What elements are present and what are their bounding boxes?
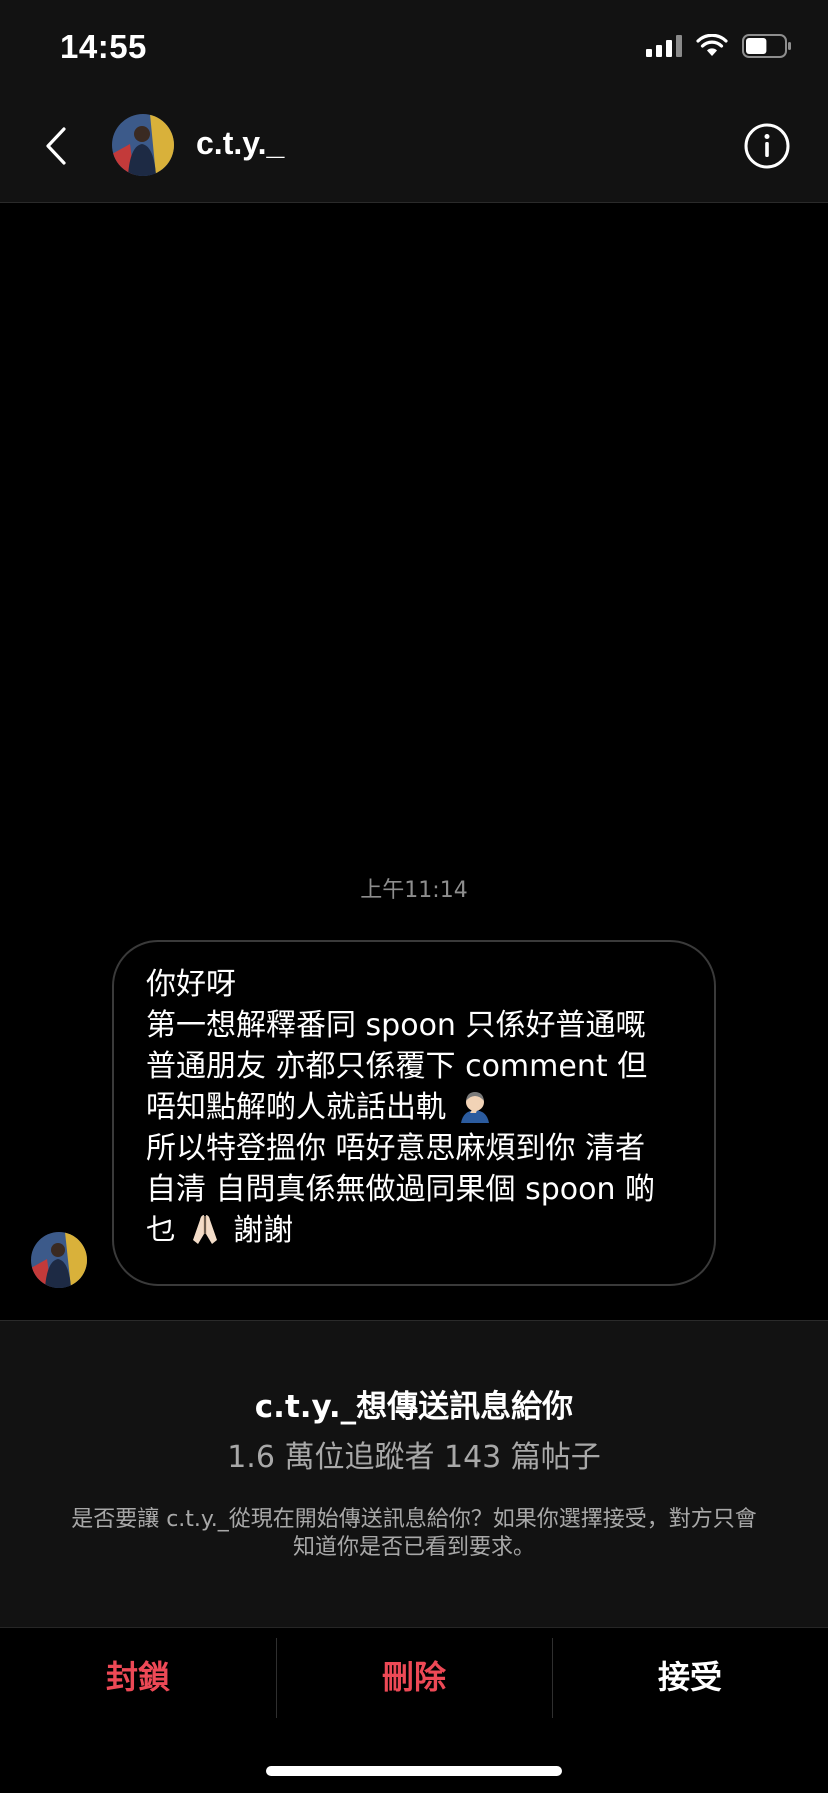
profile-photo bbox=[112, 114, 174, 176]
battery-icon bbox=[742, 34, 791, 58]
home-indicator[interactable] bbox=[266, 1766, 562, 1776]
request-title: c.t.y._想傳送訊息給你 bbox=[254, 1389, 574, 1425]
message-line-with-emoji: 乜 謝謝 bbox=[146, 1210, 688, 1251]
back-chevron-icon bbox=[46, 127, 66, 165]
message-bubble[interactable]: 你好呀 第一想解釋番同 spoon 只係好普通嘅 普通朋友 亦都只係覆下 com… bbox=[112, 940, 716, 1286]
message-text: 乜 bbox=[146, 1213, 176, 1248]
message-text: 唔知點解啲人就話出軌 bbox=[146, 1090, 446, 1125]
message-line: 所以特登搵你 唔好意思麻煩到你 清者 bbox=[146, 1131, 646, 1166]
info-icon bbox=[744, 123, 790, 169]
facepalm-emoji-icon bbox=[460, 1092, 489, 1123]
cellular-signal-icon bbox=[646, 35, 682, 57]
conversation-header: 14:55 c.t.y._ bbox=[0, 0, 828, 203]
avatar[interactable] bbox=[112, 114, 174, 176]
message-line: 你好呀 bbox=[146, 967, 236, 1002]
block-button[interactable]: 封鎖 bbox=[0, 1628, 276, 1722]
accept-button[interactable]: 接受 bbox=[552, 1628, 828, 1722]
wifi-icon bbox=[696, 34, 728, 56]
request-description: 是否要讓 c.t.y._從現在開始傳送訊息給你？如果你選擇接受，對方只會知道你是… bbox=[71, 1507, 757, 1560]
back-button[interactable] bbox=[36, 122, 76, 170]
status-icons bbox=[646, 34, 792, 58]
message-line: 普通朋友 亦都只係覆下 comment 但 bbox=[146, 1049, 648, 1084]
request-stats: 1.6 萬位追蹤者 143 篇帖子 bbox=[227, 1440, 601, 1475]
message-text: 謝謝 bbox=[233, 1213, 294, 1248]
profile-photo bbox=[31, 1232, 87, 1288]
message-line: 自清 自問真係無做過同果個 spoon 啲 bbox=[146, 1172, 656, 1207]
header-username[interactable]: c.t.y._ bbox=[196, 125, 284, 162]
message-line: 第一想解釋番同 spoon 只係好普通嘅 bbox=[146, 1008, 646, 1043]
delete-button[interactable]: 刪除 bbox=[276, 1628, 552, 1722]
info-button[interactable] bbox=[744, 123, 790, 169]
status-time: 14:55 bbox=[60, 28, 147, 65]
message-request-panel: c.t.y._想傳送訊息給你 1.6 萬位追蹤者 143 篇帖子 是否要讓 c.… bbox=[0, 1320, 828, 1627]
folded-hands-emoji-icon bbox=[192, 1215, 217, 1244]
message-line-with-emoji: 唔知點解啲人就話出軌 bbox=[146, 1087, 688, 1128]
sender-avatar[interactable] bbox=[31, 1232, 87, 1288]
message-timestamp: 上午11:14 bbox=[360, 878, 468, 903]
